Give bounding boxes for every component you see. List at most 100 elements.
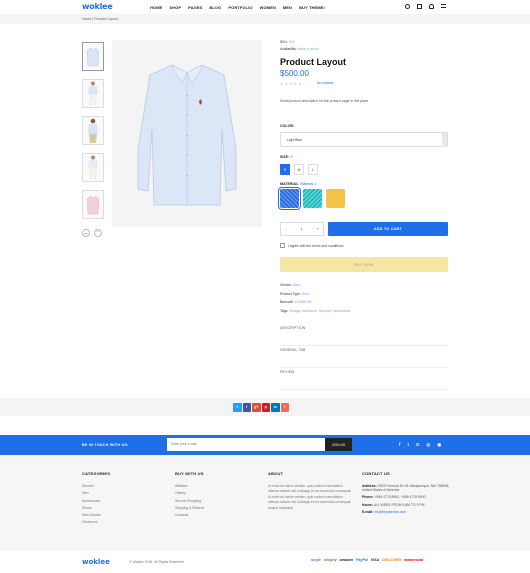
- product-type: Product Type: Shirt: [280, 292, 350, 296]
- footer-link[interactable]: Secure Shopping: [175, 499, 204, 503]
- twitter-icon[interactable]: t: [407, 442, 408, 448]
- linkedin-share-icon[interactable]: in: [271, 403, 280, 412]
- size-label-text: SIZE:: [280, 155, 290, 159]
- tab-general[interactable]: GENERAL TAB: [280, 346, 448, 368]
- product-tabs: DESCRIPTION GENERAL TAB REVIEW: [280, 324, 448, 390]
- pinterest-share-icon[interactable]: p: [261, 403, 270, 412]
- material-swatch-1[interactable]: [278, 187, 301, 210]
- footer-link[interactable]: New Arrivals: [82, 513, 110, 517]
- tab-description[interactable]: DESCRIPTION: [280, 324, 448, 346]
- footer-contact: CONTACT US Address: 7805 Fremont Dr NE A…: [362, 471, 452, 517]
- more-share-icon[interactable]: +: [280, 403, 289, 412]
- cart-icon[interactable]: [417, 4, 422, 9]
- payment-icons: stripe shopify amazon PayPal VISA DISCOV…: [311, 558, 423, 562]
- chevron-up-icon[interactable]: ︿: [82, 229, 90, 237]
- footer-link[interactable]: Shipping & Returns: [175, 506, 204, 510]
- barcode-value: 123456789: [294, 300, 312, 304]
- nav-buy-theme[interactable]: BUY THEME!: [299, 5, 325, 10]
- size-option-s[interactable]: S: [280, 164, 290, 175]
- menu-icon[interactable]: [441, 4, 446, 8]
- vendor-label: Vendor:: [280, 283, 292, 287]
- about-text: Ut enim ad minim veniam, quis nostrud ex…: [268, 484, 352, 510]
- visa-icon: VISA: [370, 558, 380, 562]
- reviews-link[interactable]: No reviews: [317, 81, 333, 85]
- facebook-icon[interactable]: f: [399, 442, 400, 448]
- tags-value[interactable]: Vintage, Awesome, Summer, Beachwear: [289, 309, 350, 313]
- footer-link[interactable]: Clearence: [82, 520, 110, 524]
- material-selected: Material 1: [300, 182, 317, 186]
- tags-label: Tags:: [280, 308, 289, 313]
- size-option-m[interactable]: M: [294, 164, 304, 175]
- thumbnail-5[interactable]: [82, 190, 104, 219]
- type-value[interactable]: Shirt: [302, 292, 309, 296]
- quantity-decrease[interactable]: -: [285, 227, 286, 231]
- nav-home[interactable]: HOME: [150, 5, 162, 10]
- nav-pages[interactable]: PAGES: [188, 5, 202, 10]
- material-swatch-2[interactable]: [303, 189, 322, 208]
- thumbnail-1[interactable]: [82, 42, 104, 71]
- star-icon: ★: [280, 80, 284, 86]
- availability-value: Many in stock: [297, 46, 319, 51]
- chevron-down-icon: [442, 133, 447, 147]
- facebook-share-icon[interactable]: f: [242, 403, 251, 412]
- sku-label: SKU:: [280, 40, 288, 44]
- google-icon[interactable]: G: [416, 442, 419, 448]
- nav-portfolio[interactable]: PORTFOLIO: [228, 5, 252, 10]
- footer-link[interactable]: Accessories: [82, 499, 110, 503]
- color-select[interactable]: Light Blue: [280, 132, 448, 147]
- barcode: Barcode: 123456789: [280, 300, 350, 304]
- color-label: COLOR:: [280, 124, 295, 128]
- add-to-cart-button[interactable]: ADD TO CART: [328, 222, 448, 236]
- instagram-icon[interactable]: ◎: [426, 442, 430, 448]
- footer-link[interactable]: Contacts: [175, 513, 204, 517]
- terms-checkbox[interactable]: [280, 243, 285, 248]
- quantity-value[interactable]: 1: [301, 227, 303, 231]
- tab-review[interactable]: REVIEW: [280, 368, 448, 390]
- thumbnail-2[interactable]: [82, 79, 104, 108]
- account-icon[interactable]: [429, 4, 434, 9]
- chevron-down-icon[interactable]: ﹀: [94, 229, 102, 237]
- buy-now-button[interactable]: BUY NOW: [280, 257, 448, 272]
- google-plus-share-icon[interactable]: g+: [252, 403, 261, 412]
- join-button[interactable]: JOIN US: [325, 438, 352, 451]
- product-main-image[interactable]: [112, 40, 262, 227]
- star-icon: ★: [284, 80, 289, 86]
- dribbble-icon[interactable]: ◉: [437, 442, 441, 448]
- quantity-increase[interactable]: +: [317, 227, 319, 231]
- star-icon: ★: [298, 80, 302, 86]
- logo[interactable]: woklee: [82, 2, 113, 11]
- paypal-icon: PayPal: [355, 558, 368, 562]
- thumbnail-list: [82, 42, 104, 227]
- newsletter-title: BE IN TOUCH WITH US:: [82, 443, 129, 447]
- size-option-l[interactable]: L: [308, 164, 318, 175]
- terms-label[interactable]: I agree with the terms and conditions: [288, 244, 343, 248]
- mastercard-icon: mastercard: [403, 558, 424, 562]
- nav-shop[interactable]: SHOP: [169, 5, 181, 10]
- size-label: SIZE: S: [280, 155, 293, 159]
- footer-bottom: woklee © Woklee 2018. All Rights Reserve…: [0, 551, 530, 573]
- footer-link[interactable]: Gallery: [175, 491, 204, 495]
- quantity-stepper[interactable]: - 1 +: [280, 222, 324, 236]
- share-buttons: t f g+ p in +: [233, 403, 289, 412]
- breadcrumb[interactable]: Home | Product Layout: [82, 17, 118, 21]
- size-options: S M L: [280, 164, 318, 175]
- vendor-value[interactable]: Vans: [293, 283, 300, 287]
- footer-link[interactable]: Shoes: [82, 506, 110, 510]
- email-value[interactable]: info@mydomain.com: [374, 510, 406, 514]
- footer-link[interactable]: Affiliates: [175, 484, 204, 488]
- thumbnail-3[interactable]: [82, 116, 104, 145]
- type-label: Product Type:: [280, 291, 301, 296]
- discover-icon: DISCOVER: [382, 558, 401, 562]
- search-icon[interactable]: [405, 4, 410, 9]
- material-swatch-3[interactable]: [326, 189, 345, 208]
- footer-logo[interactable]: woklee: [82, 558, 110, 566]
- footer-link[interactable]: Women: [82, 484, 110, 488]
- footer-link[interactable]: Men: [82, 491, 110, 495]
- twitter-share-icon[interactable]: t: [233, 403, 242, 412]
- newsletter-email-input[interactable]: Enter your e-mail: [167, 438, 325, 451]
- nav-blog[interactable]: BLOG: [209, 5, 221, 10]
- thumbnail-4[interactable]: [82, 153, 104, 182]
- product-title: Product Layout: [280, 56, 347, 67]
- nav-women[interactable]: WOMEN: [260, 5, 276, 10]
- nav-men[interactable]: MEN: [283, 5, 292, 10]
